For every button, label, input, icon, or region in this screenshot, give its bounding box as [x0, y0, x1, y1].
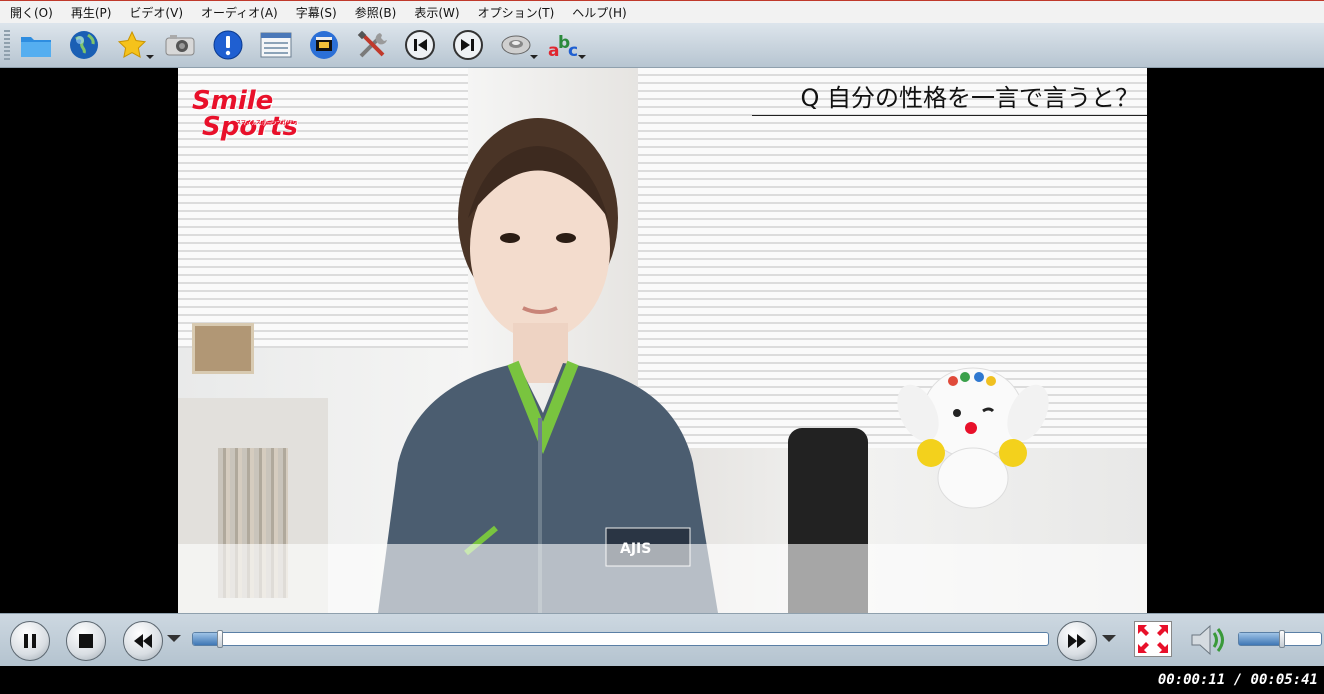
menu-audio[interactable]: オーディオ(A) [191, 4, 286, 21]
toolbar-grip[interactable] [4, 30, 10, 60]
menu-browse[interactable]: 参照(B) [345, 4, 405, 21]
rewind-dropdown-icon[interactable] [167, 635, 181, 642]
favorites-dropdown-icon [146, 55, 154, 59]
pause-button[interactable] [10, 621, 50, 661]
rewind-button[interactable] [123, 621, 163, 661]
globe-icon [70, 31, 98, 59]
subtitle-track-button[interactable]: abc [544, 25, 586, 65]
rewind-icon [134, 634, 152, 648]
open-url-button[interactable] [64, 25, 104, 65]
fast-forward-dropdown-icon[interactable] [1102, 635, 1116, 642]
playlist-button[interactable] [256, 25, 296, 65]
toolbar: abc [0, 23, 1324, 68]
seek-bar-handle[interactable] [217, 630, 224, 648]
info-button[interactable] [208, 25, 248, 65]
volume-level [1239, 633, 1282, 645]
fast-forward-button[interactable] [1057, 621, 1097, 661]
status-bar: 00:00:11 / 00:05:41 [0, 666, 1324, 694]
fullscreen-icon [1138, 625, 1168, 653]
subtitles-icon: abc [548, 33, 578, 60]
person-figure: AJIS [378, 118, 718, 613]
seek-bar[interactable] [192, 630, 1049, 648]
info-icon [213, 30, 243, 60]
menu-play[interactable]: 再生(P) [61, 4, 120, 21]
fast-forward-icon [1068, 634, 1086, 648]
next-button[interactable] [448, 25, 488, 65]
pause-icon [24, 634, 36, 648]
audio-icon [501, 35, 531, 55]
menu-subtitles[interactable]: 字幕(S) [286, 4, 345, 21]
video-area[interactable]: AJIS Smile Sports スマイルスポーツマガジン Q 自分の性格を一… [0, 68, 1324, 613]
audio-dropdown-icon [530, 55, 538, 59]
video-frame[interactable]: AJIS Smile Sports スマイルスポーツマガジン Q 自分の性格を一… [178, 68, 1147, 613]
mascot-figure [897, 367, 1049, 509]
smile-sports-logo: Smile Sports スマイルスポーツマガジン [192, 88, 298, 140]
previous-icon [405, 30, 435, 60]
menu-options[interactable]: オプション(T) [468, 4, 563, 21]
previous-button[interactable] [400, 25, 440, 65]
question-caption: Q 自分の性格を一言で言うと？ [752, 76, 1147, 116]
star-icon [117, 30, 147, 58]
preferences-button[interactable] [352, 25, 392, 65]
menu-open[interactable]: 開く(O) [0, 4, 61, 21]
playback-controls [0, 613, 1324, 666]
menu-video[interactable]: ビデオ(V) [119, 4, 191, 21]
playlist-icon [260, 32, 292, 58]
video-preferences-button[interactable] [304, 25, 344, 65]
speaker-icon [1191, 624, 1224, 656]
screenshot-button[interactable] [160, 25, 200, 65]
fullscreen-button[interactable] [1134, 621, 1172, 657]
folder-icon [21, 37, 51, 57]
time-display: 00:00:11 / 00:05:41 [1157, 672, 1318, 688]
svg-text:c: c [568, 41, 578, 60]
menu-bar: 開く(O) 再生(P) ビデオ(V) オーディオ(A) 字幕(S) 参照(B) … [0, 0, 1324, 23]
open-file-button[interactable] [16, 25, 56, 65]
stop-button[interactable] [66, 621, 106, 661]
tools-icon [357, 30, 387, 58]
favorites-button[interactable] [112, 25, 154, 65]
photo-frame [192, 323, 254, 374]
menu-view[interactable]: 表示(W) [404, 4, 467, 21]
subtitle-dropdown-icon [578, 55, 586, 59]
lower-third-overlay [178, 544, 1147, 613]
camera-icon [165, 35, 195, 56]
stop-icon [79, 634, 93, 648]
volume-handle[interactable] [1278, 630, 1285, 648]
film-icon [310, 31, 338, 59]
next-icon [453, 30, 483, 60]
seek-bar-progress [193, 633, 221, 645]
menu-help[interactable]: ヘルプ(H) [562, 4, 634, 21]
volume-slider[interactable] [1238, 630, 1322, 648]
audio-track-button[interactable] [496, 25, 538, 65]
mute-button[interactable] [1188, 621, 1228, 659]
logo-subtitle: スマイルスポーツマガジン [236, 120, 296, 126]
